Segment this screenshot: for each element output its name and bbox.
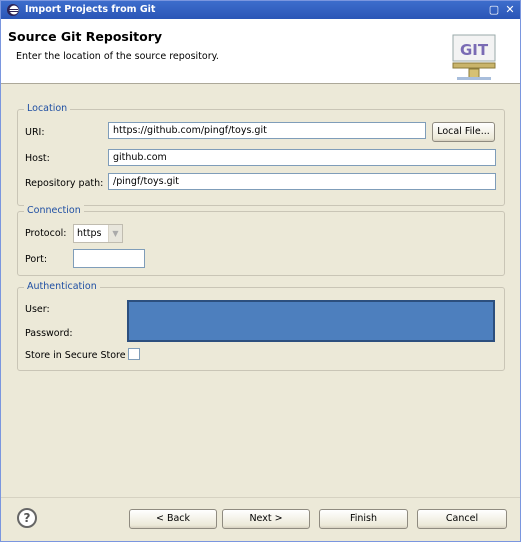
- minimize-icon[interactable]: ▢: [487, 3, 501, 17]
- window-title: Import Projects from Git: [25, 4, 156, 15]
- repository-path-label: Repository path:: [25, 178, 104, 189]
- protocol-label: Protocol:: [25, 228, 67, 239]
- page-title: Source Git Repository: [8, 29, 163, 44]
- host-input[interactable]: github.com: [108, 149, 496, 166]
- title-bar[interactable]: Import Projects from Git ▢ ✕: [1, 1, 520, 19]
- chevron-down-icon[interactable]: ▼: [108, 225, 122, 242]
- uri-label: URI:: [25, 127, 45, 138]
- host-label: Host:: [25, 153, 50, 164]
- finish-button[interactable]: Finish: [319, 509, 408, 529]
- git-logo-text: GIT: [460, 41, 489, 59]
- next-button[interactable]: Next >: [222, 509, 310, 529]
- authentication-legend: Authentication: [24, 281, 100, 292]
- port-input[interactable]: [73, 249, 145, 268]
- page-description: Enter the location of the source reposit…: [16, 51, 219, 62]
- protocol-select[interactable]: https ▼: [73, 224, 123, 243]
- back-button[interactable]: < Back: [129, 509, 217, 529]
- help-icon[interactable]: ?: [17, 508, 37, 528]
- store-secure-checkbox[interactable]: [128, 348, 140, 360]
- import-dialog: Import Projects from Git ▢ ✕ Source Git …: [0, 0, 521, 542]
- connection-legend: Connection: [24, 205, 84, 216]
- user-label: User:: [25, 304, 50, 315]
- wizard-header: Source Git Repository Enter the location…: [1, 19, 520, 84]
- cancel-button[interactable]: Cancel: [417, 509, 507, 529]
- port-label: Port:: [25, 254, 48, 265]
- git-logo-icon: GIT: [452, 34, 496, 80]
- uri-input[interactable]: https://github.com/pingf/toys.git: [108, 122, 426, 139]
- password-label: Password:: [25, 328, 73, 339]
- credentials-redaction: [127, 300, 495, 342]
- repository-path-input[interactable]: /pingf/toys.git: [108, 173, 496, 190]
- footer-divider: [1, 497, 520, 498]
- local-file-button[interactable]: Local File...: [432, 122, 495, 142]
- store-secure-label: Store in Secure Store: [25, 350, 126, 361]
- protocol-value: https: [77, 228, 102, 239]
- location-legend: Location: [24, 103, 71, 114]
- close-icon[interactable]: ✕: [503, 3, 517, 17]
- eclipse-icon: [7, 4, 19, 16]
